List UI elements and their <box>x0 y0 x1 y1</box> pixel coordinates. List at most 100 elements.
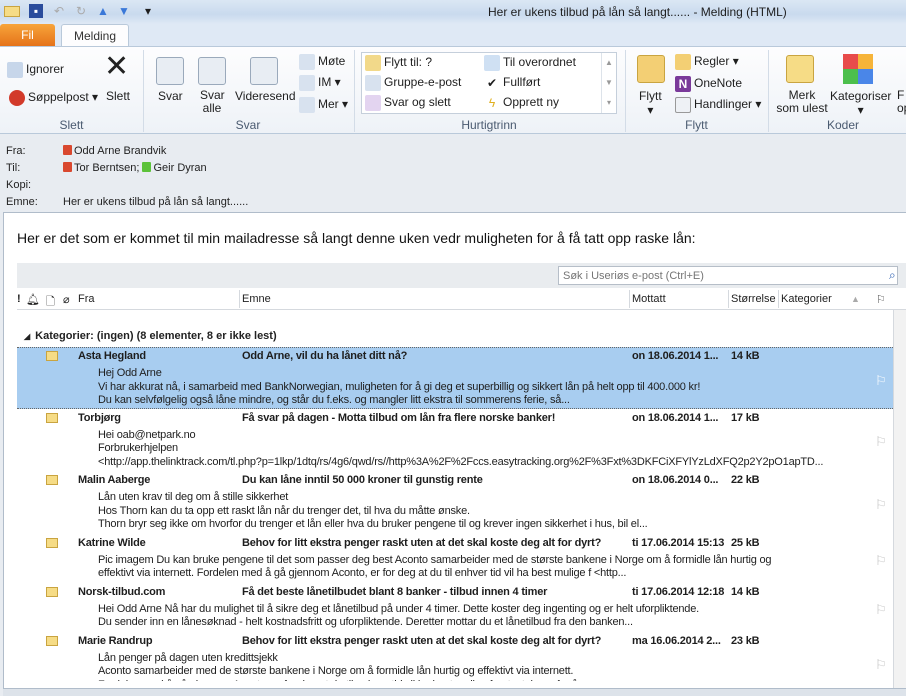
message-preview-line: Du sender inn en lånesøknad - helt kostn… <box>98 616 633 628</box>
flag-column-icon[interactable]: ⚐ <box>876 293 886 306</box>
column-divider[interactable] <box>728 290 729 308</box>
mark-unread-button[interactable]: Merk som ulest <box>776 89 828 115</box>
item-type-icon[interactable]: 🗋 <box>46 293 55 312</box>
message-row[interactable]: Katrine Wilde Behov for litt ekstra penge… <box>17 535 893 583</box>
from-value[interactable]: Odd Arne Brandvik <box>63 145 166 157</box>
forward-button[interactable]: Videresend <box>235 89 296 103</box>
message-row[interactable]: Torbjørg Få svar på dagen - Motta tilbud … <box>17 410 893 472</box>
message-received: ti 17.06.2014 15:13 <box>632 536 725 549</box>
group-label-koder: Koder <box>826 118 860 132</box>
previous-item-icon[interactable]: ▲ <box>96 4 110 18</box>
reply-icon <box>156 57 184 85</box>
quick-step-move[interactable]: Flytt til: ? <box>365 55 432 71</box>
column-size[interactable]: Størrelse <box>731 293 776 305</box>
column-categories[interactable]: Kategorier <box>781 293 832 305</box>
group-header[interactable]: ◢ Kategorier: (ingen) (8 elementer, 8 er … <box>24 330 277 342</box>
flag-icon[interactable]: ⚐ <box>875 434 887 450</box>
message-preview-line: Hei Odd Arne Nå har du mulighet til å si… <box>98 602 699 615</box>
actions-icon <box>675 97 691 113</box>
flag-icon[interactable]: ⚐ <box>875 553 887 569</box>
reply-all-button[interactable]: Svar alle <box>200 89 225 115</box>
cc-label: Kopi: <box>6 179 32 191</box>
column-subject[interactable]: Emne <box>242 293 271 305</box>
from-name: Odd Arne Brandvik <box>74 145 167 157</box>
envelope-icon <box>46 351 58 361</box>
message-from: Asta Hegland <box>78 350 146 362</box>
subject-value: Her er ukens tilbud på lån så langt.....… <box>63 196 249 208</box>
to-value[interactable]: Tor Berntsen; Geir Dyran <box>63 162 207 174</box>
column-divider[interactable] <box>778 290 779 308</box>
subject-label: Emne: <box>6 196 38 208</box>
next-item-icon[interactable]: ▼ <box>117 4 131 18</box>
ignore-button[interactable]: Ignorer <box>7 62 64 78</box>
message-row[interactable]: Asta Hegland Odd Arne, vil du ha lånet di… <box>17 347 893 409</box>
customize-toolbar-icon[interactable]: ▾ <box>141 4 155 18</box>
redo-icon[interactable]: ↻ <box>74 4 88 18</box>
search-icon[interactable]: ⌕ <box>889 268 896 283</box>
message-row[interactable]: Marie Randrup Behov for litt ekstra penge… <box>17 633 893 681</box>
reply-button[interactable]: Svar <box>158 89 183 103</box>
junk-button[interactable]: Søppelpost ▾ <box>9 90 98 106</box>
undo-icon[interactable]: ↶ <box>52 4 66 18</box>
collapse-icon[interactable]: ◢ <box>24 332 30 341</box>
message-received: on 18.06.2014 1... <box>632 350 719 362</box>
im-button[interactable]: IM ▾ <box>299 75 341 91</box>
onenote-icon: N <box>675 76 691 92</box>
column-from[interactable]: Fra <box>78 293 95 305</box>
move-button[interactable]: Flytt ▾ <box>639 89 662 117</box>
column-received[interactable]: Mottatt <box>632 293 666 305</box>
delete-icon[interactable]: ✕ <box>104 52 129 82</box>
move-folder-icon <box>637 55 665 83</box>
flag-icon[interactable]: ⚐ <box>875 602 887 618</box>
message-preview-line: Aconto samarbeider med de største banken… <box>98 665 574 677</box>
categorize-button[interactable]: Kategoriser ▾ <box>830 89 891 117</box>
followup-button[interactable]: F op <box>897 89 906 115</box>
save-icon[interactable]: ▪ <box>29 4 43 18</box>
forward-icon <box>250 57 278 85</box>
message-size: 14 kB <box>731 350 760 362</box>
quick-step-label: Flytt til: ? <box>384 55 433 70</box>
reminder-icon[interactable]: 🔔︎ <box>26 293 40 306</box>
meeting-label: Møte <box>318 54 346 69</box>
tab-strip <box>0 24 906 46</box>
quick-step-reply-delete[interactable]: Svar og slett <box>365 95 451 111</box>
presence-available-icon <box>142 162 152 172</box>
meeting-button[interactable]: Møte <box>299 54 345 70</box>
column-divider[interactable] <box>239 290 240 308</box>
message-preview-line: Du kan selvfølgelig også låne mindre, og… <box>98 394 570 406</box>
reply-all-icon <box>198 57 226 85</box>
message-received: ti 17.06.2014 12:18 <box>632 585 725 598</box>
message-preview-line: Hos Thorn kan du ta opp ett raskt lån nå… <box>98 504 470 517</box>
column-divider[interactable] <box>629 290 630 308</box>
message-row[interactable]: Norsk-tilbud.com Få det beste lånetilbude… <box>17 584 893 632</box>
more-button[interactable]: Mer ▾ <box>299 97 348 113</box>
quick-step-create-new[interactable]: ϟ Opprett ny <box>484 95 559 111</box>
message-size: 25 kB <box>731 536 760 549</box>
message-size: 23 kB <box>731 634 760 647</box>
ignore-label: Ignorer <box>26 62 65 77</box>
message-subject: Få svar på dagen - Motta tilbud om lån f… <box>242 411 556 424</box>
from-label: Fra: <box>6 145 26 157</box>
quick-step-team-email[interactable]: Gruppe-e-post <box>365 75 461 91</box>
search-input[interactable] <box>558 266 898 285</box>
scrollbar[interactable] <box>893 310 906 688</box>
flag-icon[interactable]: ⚐ <box>875 657 887 673</box>
flag-icon[interactable]: ⚐ <box>875 497 887 513</box>
quick-step-label: Fullført <box>503 75 541 90</box>
onenote-button[interactable]: N OneNote <box>675 76 742 92</box>
attachment-icon[interactable]: ⌀ <box>63 293 70 306</box>
gallery-scroll[interactable]: ▲ ▼ ▾ <box>601 53 616 113</box>
onenote-label: OneNote <box>694 76 743 91</box>
tab-message[interactable]: Melding <box>61 24 129 47</box>
presence-busy-icon <box>63 162 72 172</box>
actions-button[interactable]: Handlinger ▾ <box>675 97 761 113</box>
rules-icon <box>675 54 691 70</box>
column-importance[interactable]: ! <box>17 293 21 305</box>
message-row[interactable]: Malin Aaberge Du kan låne inntil 50 000 k… <box>17 472 893 534</box>
rules-button[interactable]: Regler ▾ <box>675 54 739 70</box>
quick-step-done[interactable]: ✔ Fullført <box>484 75 540 91</box>
flag-icon[interactable]: ⚐ <box>875 373 887 389</box>
tab-file[interactable]: Fil <box>0 24 55 46</box>
delete-button[interactable]: Slett <box>106 89 130 103</box>
quick-step-to-manager[interactable]: Til overordnet <box>484 55 576 71</box>
